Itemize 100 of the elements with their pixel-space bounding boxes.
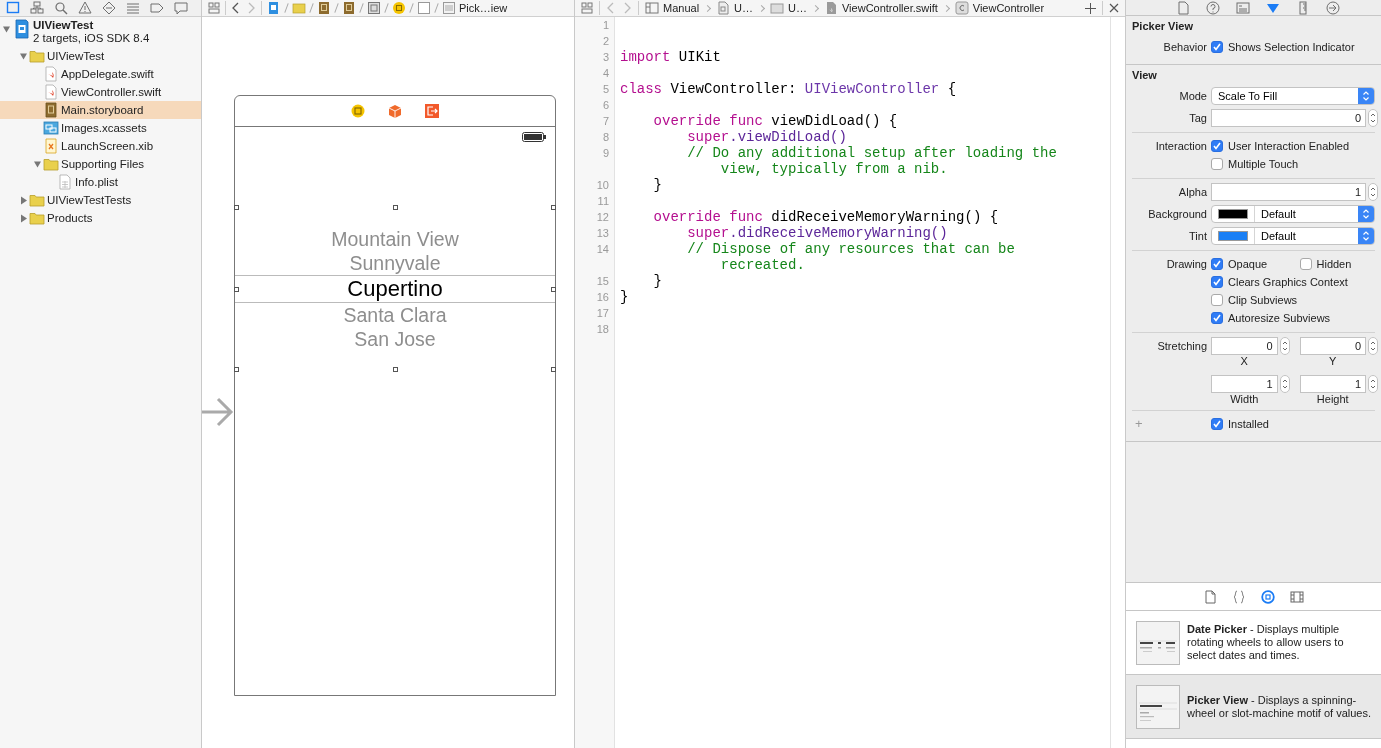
property-list-icon: [57, 174, 73, 190]
file-tree-item[interactable]: Products: [0, 209, 201, 227]
color-dropdown[interactable]: Default: [1211, 205, 1375, 223]
folder-icon[interactable]: [6, 1, 20, 15]
checkbox[interactable]: [1211, 41, 1223, 53]
stepper[interactable]: [1279, 337, 1290, 355]
library-item[interactable]: Date Picker - Displays multiple rotating wheels to allow users to select dates and times.: [1126, 611, 1381, 675]
dropdown[interactable]: Scale To Fill: [1211, 87, 1375, 105]
view-controller-icon[interactable]: [351, 104, 365, 118]
resize-handle[interactable]: [551, 286, 556, 292]
view-controller-icon[interactable]: [392, 1, 406, 15]
checkbox[interactable]: [1211, 140, 1223, 152]
dropdown-arrows-icon: [1362, 208, 1370, 220]
resize-handle[interactable]: [234, 205, 239, 210]
stepper[interactable]: [1279, 375, 1290, 393]
item-description: Date Picker - Displays multiple rotating wheels to allow users to select dates and times.: [1187, 623, 1345, 662]
resize-handle[interactable]: [234, 367, 239, 372]
field-label: Stretching: [1156, 339, 1207, 354]
breadcrumb[interactable]: U…: [716, 1, 754, 15]
disclosure-triangle-icon[interactable]: [19, 51, 28, 61]
add-icon[interactable]: [1085, 2, 1096, 14]
checkbox-label: User Interaction Enabled: [1228, 140, 1350, 152]
file-tree-item[interactable]: Main.storyboard: [0, 101, 201, 119]
exit-icon[interactable]: [425, 104, 439, 118]
document-icon[interactable]: [1203, 589, 1217, 604]
search-icon[interactable]: [54, 1, 68, 15]
view-icon[interactable]: [417, 1, 431, 15]
resize-handle[interactable]: [234, 286, 239, 292]
checkbox[interactable]: [1211, 294, 1223, 306]
close-icon[interactable]: [1109, 3, 1119, 13]
breadcrumb[interactable]: ViewController: [954, 1, 1045, 15]
project-item[interactable]: UIViewTest 2 targets, iOS SDK 8.4: [0, 17, 201, 47]
field-label: Mode: [1178, 89, 1207, 104]
project-icon[interactable]: [267, 1, 281, 15]
field-label: Tag: [1188, 111, 1207, 126]
code-line: override func didReceiveMemoryWarning() {: [652, 209, 1000, 225]
color-dropdown[interactable]: Default: [1211, 227, 1375, 245]
number-field[interactable]: 1: [1299, 375, 1366, 393]
disclosure-triangle-icon[interactable]: [19, 213, 28, 223]
checkbox[interactable]: [1211, 276, 1223, 288]
line-number: 13: [595, 226, 610, 241]
diamond-icon[interactable]: [102, 1, 116, 15]
warning-icon[interactable]: [78, 1, 92, 15]
object-icon[interactable]: [1261, 589, 1275, 604]
stepper[interactable]: [1368, 183, 1378, 201]
file-tree-item[interactable]: UIViewTestTests: [0, 191, 201, 209]
document-icon[interactable]: [1175, 0, 1190, 15]
stepper[interactable]: [1368, 109, 1378, 127]
disclosure-triangle-icon[interactable]: [2, 25, 11, 34]
resize-handle[interactable]: [393, 367, 398, 372]
checkbox-label: Clears Graphics Context: [1228, 276, 1348, 288]
number-field[interactable]: 0: [1211, 109, 1366, 127]
disclosure-triangle-icon[interactable]: [33, 159, 42, 169]
picker-row[interactable]: Cupertino: [235, 274, 555, 303]
back-icon[interactable]: [231, 2, 241, 14]
hierarchy-icon[interactable]: [30, 1, 44, 15]
file-tree-item[interactable]: LaunchScreen.xib: [0, 137, 201, 155]
cube-icon[interactable]: [388, 104, 402, 118]
number-field[interactable]: 1: [1211, 183, 1366, 201]
file-tree-item[interactable]: ViewController.swift: [0, 83, 201, 101]
checkbox[interactable]: [1299, 258, 1312, 270]
grid-icon[interactable]: [208, 2, 220, 14]
stepper[interactable]: [1368, 375, 1378, 393]
stepper[interactable]: [1368, 337, 1378, 355]
checkbox[interactable]: [1211, 418, 1223, 430]
breadcrumb[interactable]: Manual: [645, 1, 700, 15]
code-line: // Do any additional setup after loading the view, typically from a nib.: [686, 145, 1058, 177]
file-tree-item[interactable]: Supporting Files: [0, 155, 201, 173]
number-field[interactable]: 0: [1211, 337, 1278, 355]
resize-handle[interactable]: [551, 367, 556, 372]
speech-bubble-icon[interactable]: [174, 1, 188, 15]
checkbox[interactable]: [1211, 312, 1223, 324]
breadcrumb[interactable]: U…: [770, 1, 807, 15]
file-tree-item[interactable]: Images.xcassets: [0, 119, 201, 137]
breadcrumb[interactable]: Pick…iew: [442, 1, 508, 15]
grid-icon[interactable]: [581, 2, 593, 14]
breakpoint-icon[interactable]: [150, 1, 164, 15]
storyboard-file-icon[interactable]: [317, 1, 331, 15]
scene-icon[interactable]: [367, 1, 381, 15]
breadcrumb[interactable]: ViewController.swift: [824, 1, 938, 15]
number-field[interactable]: 0: [1299, 337, 1366, 355]
braces-icon[interactable]: [1232, 589, 1246, 604]
checkbox-label: Installed: [1228, 418, 1269, 430]
checkbox[interactable]: [1211, 258, 1223, 270]
checkbox[interactable]: [1211, 158, 1223, 170]
line-number: 16: [595, 290, 610, 305]
number-field[interactable]: 1: [1211, 375, 1278, 393]
file-tree-item[interactable]: UIViewTest: [0, 47, 201, 65]
film-icon[interactable]: [1290, 589, 1304, 604]
disclosure-triangle-icon[interactable]: [19, 195, 28, 205]
library-item[interactable]: Picker View - Displays a spinning-wheel or slot-machine motif of values.: [1126, 675, 1381, 739]
file-tree-item[interactable]: AppDelegate.swift: [0, 65, 201, 83]
resize-handle[interactable]: [393, 205, 398, 210]
line-number: 11: [596, 194, 610, 209]
arrow-circle-icon[interactable]: [1325, 0, 1340, 15]
resize-handle[interactable]: [551, 205, 556, 210]
file-tree-item[interactable]: Info.plist: [0, 173, 201, 191]
help-icon[interactable]: [1205, 0, 1220, 15]
storyboard-file-icon[interactable]: [342, 1, 356, 15]
line-number: 9: [601, 146, 610, 161]
